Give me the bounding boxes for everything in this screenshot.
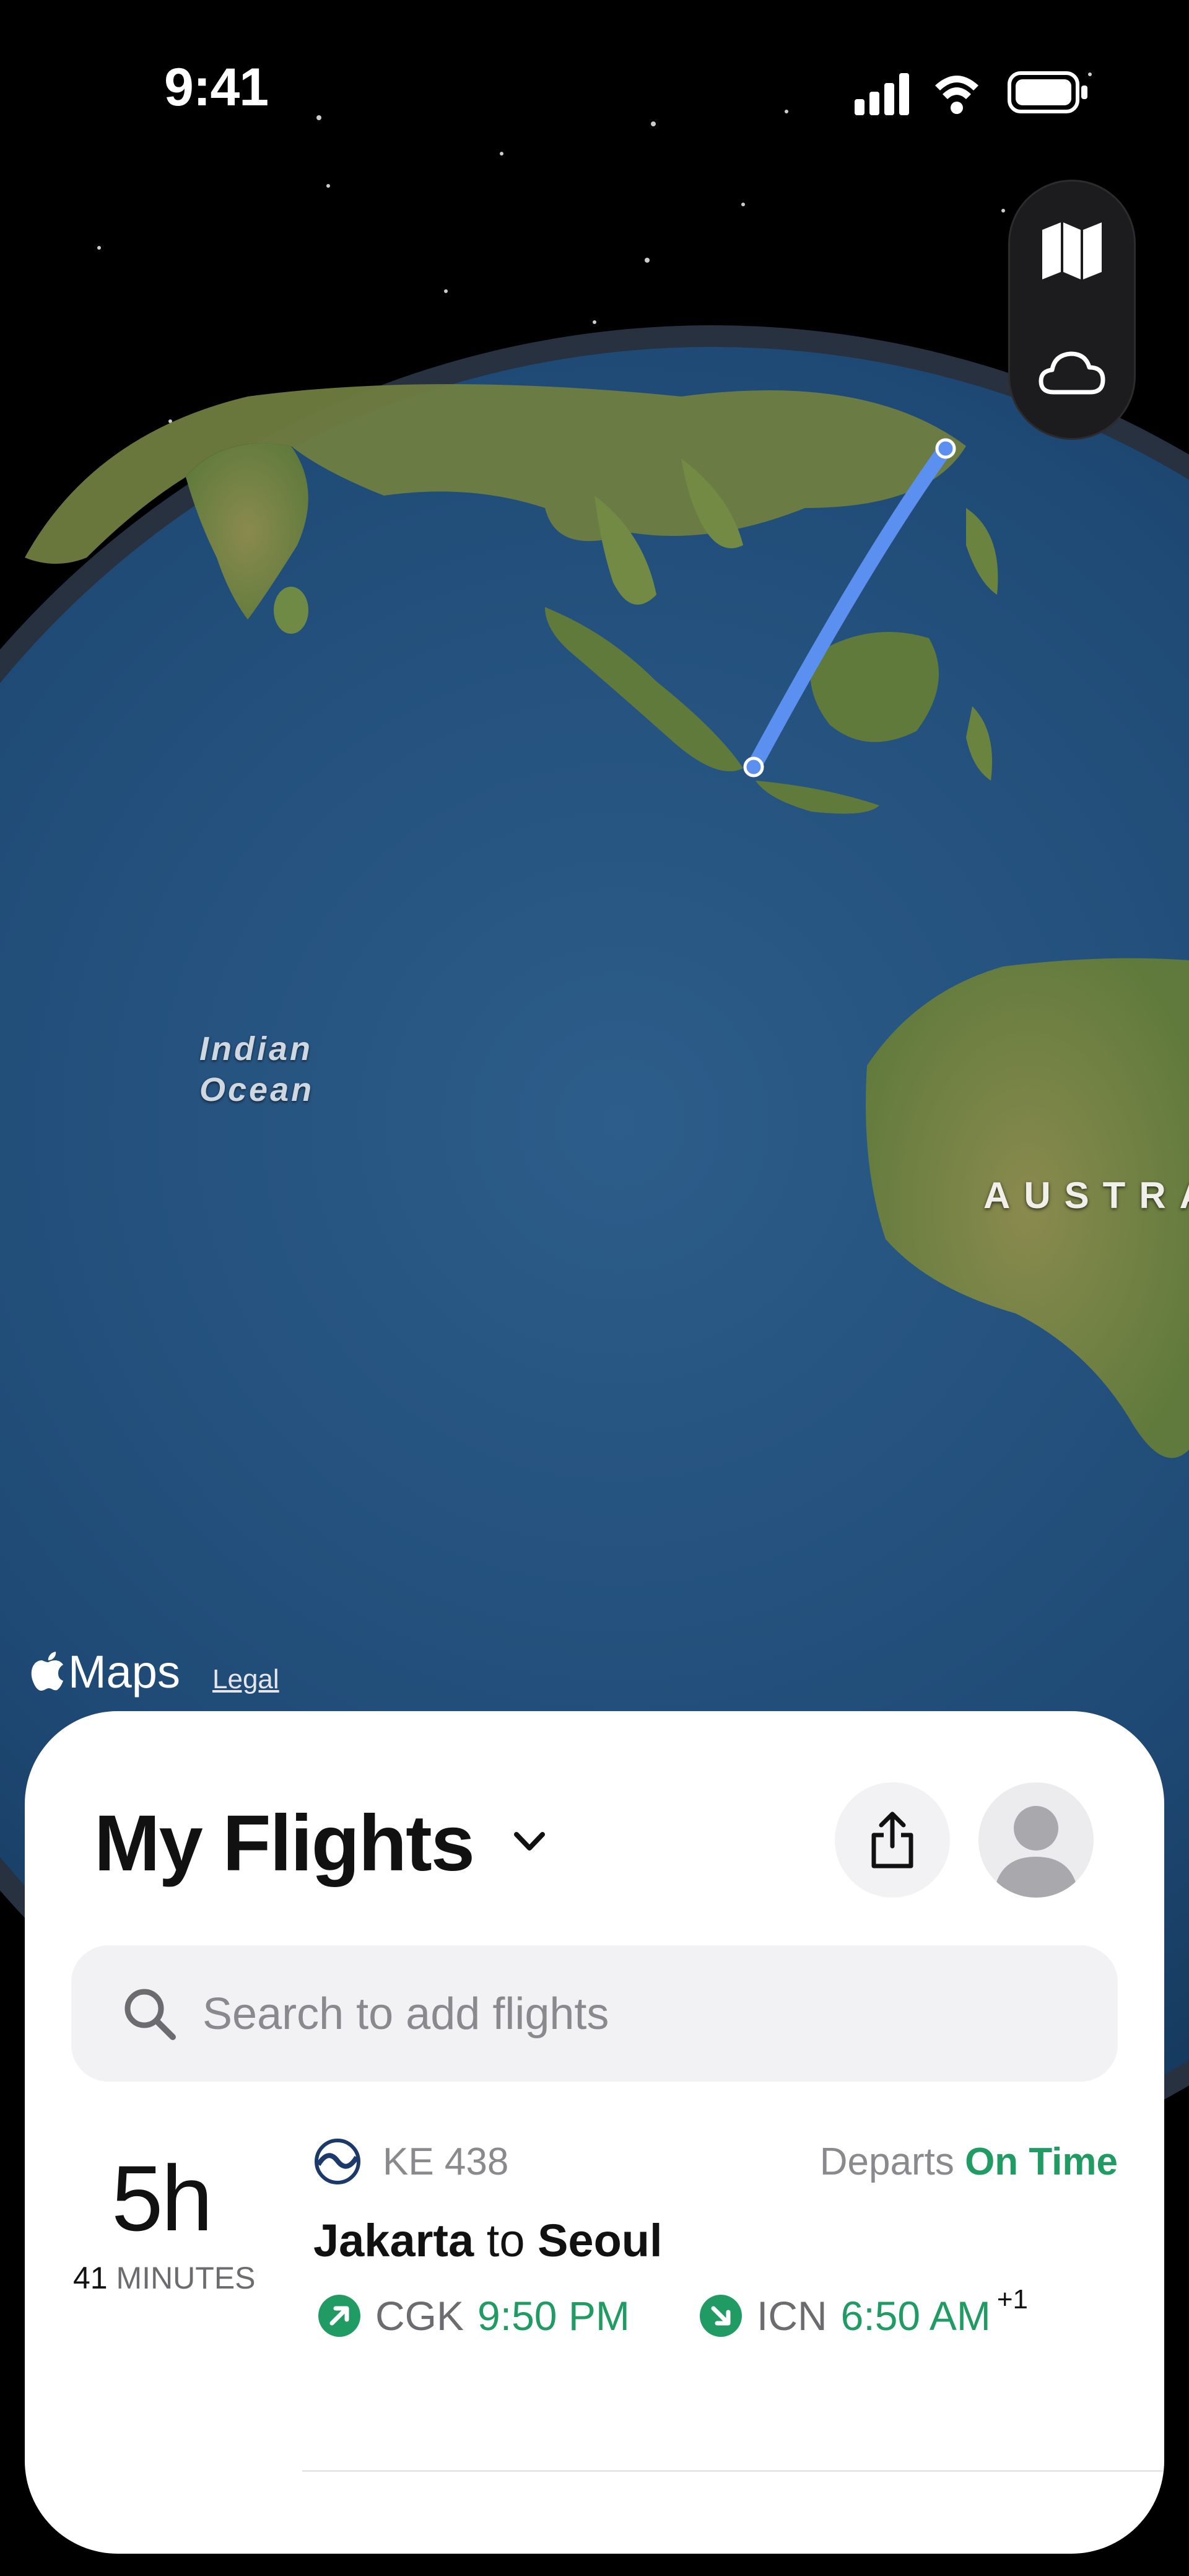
legal-link[interactable]: Legal: [212, 1664, 279, 1695]
chevron-down-icon[interactable]: [508, 1820, 551, 1863]
wifi-icon: [935, 76, 978, 114]
departure-status: Departs On Time: [820, 2140, 1118, 2184]
search-icon: [124, 1989, 176, 2040]
duration-minutes-value: 41: [73, 2261, 108, 2295]
route-connector: to: [486, 2215, 525, 2266]
status-value: On Time: [965, 2140, 1118, 2183]
destination-marker[interactable]: [935, 438, 956, 459]
arrival-arrow-icon: [700, 2295, 742, 2337]
flight-row[interactable]: 5h 41 MINUTES KE 438 Departs On Time Jak…: [25, 2108, 1164, 2339]
cloud-icon: [1039, 351, 1105, 395]
flight-number: KE 438: [383, 2140, 509, 2183]
destination-code: ICN: [757, 2293, 827, 2339]
airline-logo-icon: [315, 2139, 360, 2184]
destination-city: Seoul: [538, 2215, 663, 2266]
search-bar[interactable]: [71, 1945, 1118, 2083]
flights-sheet: My Flights 5h 41: [25, 1711, 1164, 2554]
departure-arrow-icon: [318, 2295, 360, 2337]
apple-logo-icon: [31, 1651, 63, 1691]
avatar[interactable]: [978, 1782, 1094, 1898]
departure-leg: CGK 9:50 PM: [317, 2292, 630, 2339]
map-icon: [1042, 222, 1102, 279]
duration-minutes: 41 MINUTES: [73, 2260, 256, 2296]
flights-app-screen: Indian Ocean AUSTRA 9:41: [0, 0, 1189, 2576]
arrival-leg: ICN 6:50 AM +1: [699, 2284, 1028, 2339]
departure-time: 9:50 PM: [477, 2293, 630, 2339]
duration-hours: 5h: [111, 2146, 213, 2250]
duration-minutes-unit: MINUTES: [116, 2261, 256, 2295]
share-button[interactable]: [835, 1782, 950, 1898]
route-title: Jakarta to Seoul: [313, 2214, 663, 2267]
map-mode-button[interactable]: [1010, 189, 1134, 313]
cellular-signal-icon: [855, 73, 909, 115]
share-icon: [871, 1812, 913, 1868]
status-icons: [855, 71, 1087, 115]
origin-code: CGK: [375, 2293, 464, 2339]
day-offset: +1: [996, 2284, 1028, 2315]
origin-city: Jakarta: [313, 2215, 474, 2266]
weather-button[interactable]: [1010, 310, 1134, 434]
continent-label: AUSTRA: [983, 1175, 1189, 1216]
status-time: 9:41: [164, 58, 269, 117]
sheet-title[interactable]: My Flights: [94, 1798, 475, 1889]
row-divider: [302, 2470, 1164, 2472]
maps-attribution: Maps: [31, 1645, 180, 1698]
search-input[interactable]: [201, 1945, 1071, 2083]
status-prefix: Departs: [819, 2140, 954, 2183]
origin-marker[interactable]: [743, 756, 764, 778]
ocean-label: Indian Ocean: [199, 1030, 315, 1108]
map-controls: [1008, 180, 1136, 440]
person-icon: [993, 1806, 1079, 1898]
maps-label: Maps: [68, 1646, 180, 1698]
arrival-time: 6:50 AM: [840, 2293, 991, 2339]
battery-icon: [1008, 71, 1087, 113]
status-bar: 9:41: [0, 0, 1189, 180]
